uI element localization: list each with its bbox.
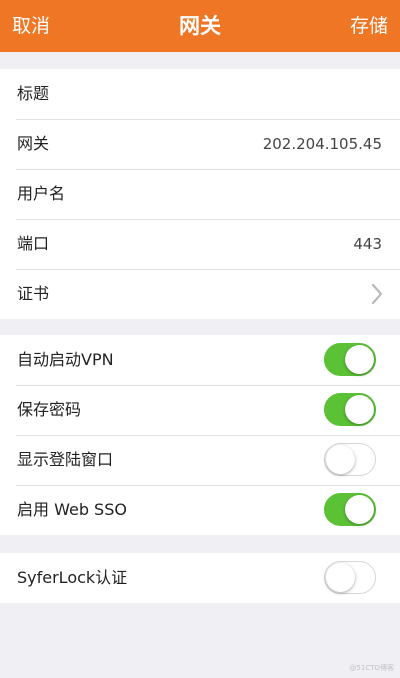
gateway-settings-group: 标题 网关 202.204.105.45 用户名 端口 443 证书 bbox=[0, 69, 400, 319]
show-login-window-toggle[interactable] bbox=[324, 443, 376, 476]
auto-start-vpn-toggle[interactable] bbox=[324, 343, 376, 376]
enable-web-sso-toggle[interactable] bbox=[324, 493, 376, 526]
options-group: 自动启动VPN 保存密码 显示登陆窗口 启用 Web SSO bbox=[0, 335, 400, 535]
show-login-window-label: 显示登陆窗口 bbox=[17, 450, 114, 469]
show-login-window-row: 显示登陆窗口 bbox=[0, 435, 400, 485]
toggle-knob bbox=[326, 563, 355, 592]
gateway-row[interactable]: 网关 202.204.105.45 bbox=[0, 119, 400, 169]
auto-start-vpn-row: 自动启动VPN bbox=[0, 335, 400, 385]
syferlock-row: SyferLock认证 bbox=[0, 553, 400, 603]
toggle-knob bbox=[345, 345, 374, 374]
navigation-bar: 取消 网关 存储 bbox=[0, 0, 400, 52]
auto-start-vpn-label: 自动启动VPN bbox=[17, 350, 114, 369]
port-value[interactable]: 443 bbox=[353, 219, 382, 269]
syferlock-toggle[interactable] bbox=[324, 561, 376, 594]
gateway-value[interactable]: 202.204.105.45 bbox=[263, 119, 382, 169]
watermark: @51CTO博客 bbox=[349, 664, 394, 672]
title-row[interactable]: 标题 bbox=[0, 69, 400, 119]
username-label: 用户名 bbox=[17, 184, 66, 203]
enable-web-sso-row: 启用 Web SSO bbox=[0, 485, 400, 535]
title-label: 标题 bbox=[17, 84, 50, 103]
port-label: 端口 bbox=[17, 234, 50, 253]
gateway-label: 网关 bbox=[17, 134, 50, 153]
certificate-label: 证书 bbox=[17, 284, 50, 303]
port-row[interactable]: 端口 443 bbox=[0, 219, 400, 269]
username-row[interactable]: 用户名 bbox=[0, 169, 400, 219]
chevron-right-icon bbox=[371, 283, 383, 305]
toggle-knob bbox=[345, 395, 374, 424]
syferlock-label: SyferLock认证 bbox=[17, 568, 128, 587]
toggle-knob bbox=[345, 495, 374, 524]
cancel-button[interactable]: 取消 bbox=[12, 0, 50, 52]
save-password-label: 保存密码 bbox=[17, 400, 82, 419]
toggle-knob bbox=[326, 445, 355, 474]
save-password-row: 保存密码 bbox=[0, 385, 400, 435]
enable-web-sso-label: 启用 Web SSO bbox=[17, 500, 127, 519]
syferlock-group: SyferLock认证 bbox=[0, 553, 400, 603]
save-button[interactable]: 存储 bbox=[350, 0, 388, 52]
certificate-row[interactable]: 证书 bbox=[0, 269, 400, 319]
page-title: 网关 bbox=[179, 14, 221, 38]
save-password-toggle[interactable] bbox=[324, 393, 376, 426]
